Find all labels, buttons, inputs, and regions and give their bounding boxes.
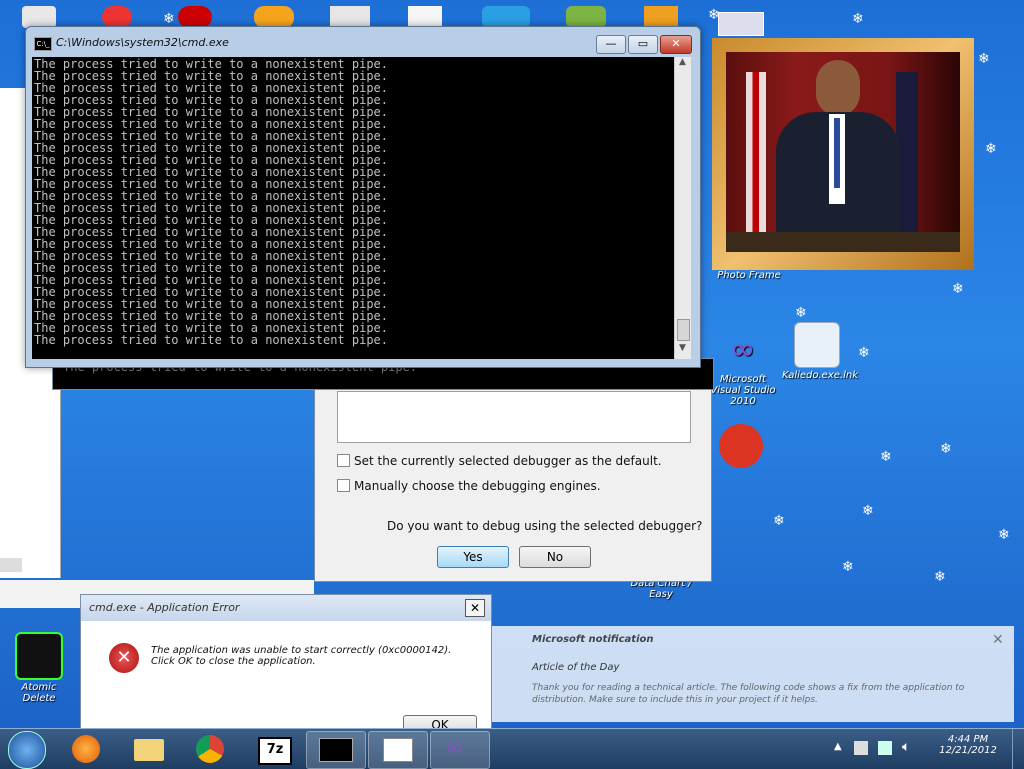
desktop-icon-atomic-delete[interactable]: Atomic Delete	[4, 632, 74, 704]
firefox-icon	[72, 735, 100, 763]
snowflake-icon: ❄	[163, 11, 175, 27]
president-photo	[726, 52, 960, 252]
close-button[interactable]: ✕	[465, 599, 485, 617]
app-icon[interactable]	[102, 6, 132, 28]
settings-gear-icon	[794, 322, 840, 368]
taskbar-chrome[interactable]	[182, 731, 240, 767]
desktop-icon-label: Photo Frame	[717, 270, 781, 281]
photo-frame	[712, 38, 974, 270]
cmd-window: C:\_ C:\Windows\system32\cmd.exe — ▭ ✕ T…	[25, 26, 701, 368]
firefox-icon[interactable]	[254, 6, 294, 28]
app-icon[interactable]	[482, 6, 530, 28]
taskbar-explorer[interactable]	[120, 731, 178, 767]
close-icon[interactable]: ✕	[992, 632, 1004, 648]
app-icon[interactable]	[644, 6, 678, 28]
action-center-icon[interactable]	[854, 741, 868, 755]
checkbox-label: Set the currently selected debugger as t…	[354, 454, 662, 468]
taskbar-cmd[interactable]	[306, 731, 366, 769]
checkbox[interactable]	[337, 479, 350, 492]
error-dialog: cmd.exe - Application Error ✕ ✕ The appl…	[80, 594, 492, 736]
scrollbar-thumb[interactable]	[677, 319, 690, 341]
app-icon[interactable]	[178, 6, 212, 28]
error-message: The application was unable to start corr…	[151, 645, 452, 667]
document-icon[interactable]	[330, 6, 370, 28]
notepad-icon[interactable]	[408, 6, 442, 28]
error-icon: ✕	[109, 643, 139, 673]
checkbox-default-debugger[interactable]: Set the currently selected debugger as t…	[337, 454, 662, 468]
chrome-icon	[196, 735, 224, 763]
debugger-list[interactable]	[337, 391, 691, 443]
taskbar-firefox[interactable]	[58, 731, 116, 767]
cmd-icon	[319, 738, 353, 762]
console-icon: C:\_	[34, 37, 52, 51]
desktop-icon-label: Microsoft Visual Studio 2010	[710, 374, 776, 407]
network-icon[interactable]	[878, 741, 892, 755]
checkbox-manual-engines[interactable]: Manually choose the debugging engines.	[337, 479, 601, 493]
snowflake-icon: ❄	[852, 11, 864, 27]
radiation-icon	[15, 632, 63, 680]
start-button[interactable]	[8, 731, 46, 769]
desktop-icon-label: Atomic Delete	[21, 682, 57, 704]
visual-studio-icon: ∞	[730, 332, 756, 367]
taskbar-visualstudio[interactable]: ∞	[430, 731, 490, 769]
notification-subtitle: Article of the Day	[532, 662, 620, 673]
app-icon[interactable]	[566, 6, 606, 28]
snowflake-icon: ❄	[998, 527, 1010, 543]
notification-panel: Microsoft notification ✕ Article of the …	[492, 626, 1014, 722]
snowflake-icon: ❄	[862, 503, 874, 519]
maximize-button[interactable]: ▭	[628, 35, 658, 54]
snowflake-icon: ❄	[842, 559, 854, 575]
show-hidden-icons[interactable]: ▲	[834, 741, 842, 752]
minimize-button[interactable]: —	[596, 35, 626, 54]
yes-button[interactable]: Yes	[437, 546, 509, 568]
desktop-icon-shortcut[interactable]	[706, 424, 776, 470]
taskbar-wordpad[interactable]	[368, 731, 428, 769]
debug-question: Do you want to debug using the selected …	[387, 519, 703, 533]
taskbar-7zip[interactable]: 7z	[244, 731, 302, 767]
desktop-icon-label: Kaliedo.exe.lnk	[782, 370, 858, 381]
clock[interactable]: 4:44 PM 12/21/2012	[932, 734, 1004, 756]
console-output[interactable]: The process tried to write to a nonexist…	[32, 57, 674, 359]
volume-icon[interactable]: 🔈︎	[902, 739, 910, 755]
title-bar[interactable]: C:\_ C:\Windows\system32\cmd.exe — ▭ ✕	[26, 27, 700, 57]
document-icon	[383, 738, 413, 762]
window-title: C:\Windows\system32\cmd.exe	[56, 36, 229, 49]
snowflake-icon: ❄	[985, 141, 997, 157]
desktop-icon-kaliedo[interactable]: Kaliedo.exe.lnk	[782, 322, 858, 381]
notification-title: Microsoft notification	[532, 634, 654, 645]
clock-date: 12/21/2012	[939, 745, 997, 756]
vertical-scrollbar[interactable]: ▲ ▼	[674, 57, 691, 359]
snowflake-icon: ❄	[880, 449, 892, 465]
checkbox-label: Manually choose the debugging engines.	[354, 479, 601, 493]
no-button[interactable]: No	[519, 546, 591, 568]
show-desktop-button[interactable]	[1012, 729, 1024, 769]
recycle-bin-icon[interactable]	[22, 6, 56, 28]
snowflake-icon: ❄	[773, 513, 785, 529]
checkbox[interactable]	[337, 454, 350, 467]
console-line: The process tried to write to a nonexist…	[34, 333, 389, 347]
snowflake-icon: ❄	[978, 51, 990, 67]
snowflake-icon: ❄	[952, 281, 964, 297]
desktop-icon-photo-frame[interactable]: Photo Frame	[712, 270, 786, 281]
error-title-bar[interactable]: cmd.exe - Application Error ✕	[81, 595, 491, 621]
snowflake-icon: ❄	[940, 441, 952, 457]
scrollbar-thumb[interactable]	[0, 558, 22, 572]
desktop-icon-visual-studio[interactable]: ∞ Microsoft Visual Studio 2010	[708, 328, 778, 407]
folder-icon	[134, 739, 164, 761]
scroll-down-arrow-icon[interactable]: ▼	[675, 343, 690, 357]
debug-dialog: Set the currently selected debugger as t…	[314, 360, 712, 582]
dragon-icon	[719, 424, 763, 468]
app-icon[interactable]	[718, 12, 764, 36]
snowflake-icon: ❄	[795, 305, 807, 321]
snowflake-icon: ❄	[858, 345, 870, 361]
error-title: cmd.exe - Application Error	[89, 601, 240, 614]
visual-studio-icon: ∞	[445, 736, 464, 761]
taskbar: 7z ∞ ▲ 🔈︎ 4:44 PM 12/21/2012	[0, 728, 1024, 769]
7zip-icon: 7z	[258, 737, 292, 765]
snowflake-icon: ❄	[934, 569, 946, 585]
scroll-up-arrow-icon[interactable]: ▲	[675, 57, 690, 71]
clock-time: 4:44 PM	[947, 734, 989, 745]
notification-body: Thank you for reading a technical articl…	[532, 683, 965, 705]
close-button[interactable]: ✕	[660, 35, 692, 54]
